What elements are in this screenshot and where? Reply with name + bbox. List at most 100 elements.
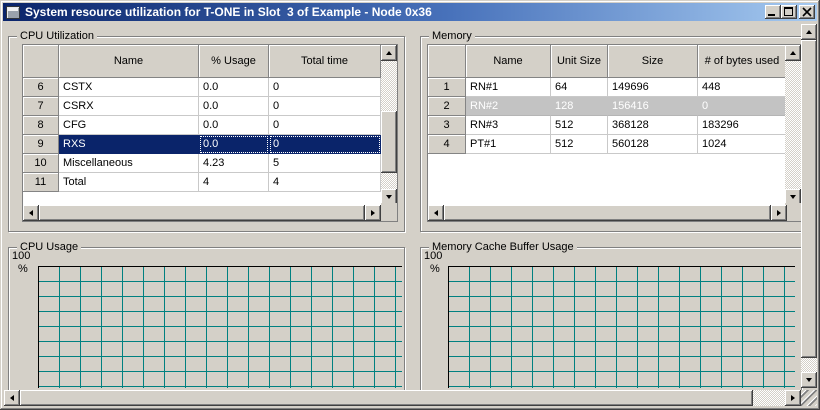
- scroll-right-icon: [791, 395, 795, 401]
- cell-name[interactable]: PT#1: [466, 135, 551, 154]
- table-row[interactable]: 8 CFG 0.0 0: [23, 116, 381, 135]
- scroll-left-button[interactable]: [4, 390, 20, 406]
- scroll-thumb[interactable]: [39, 205, 365, 221]
- cell-size[interactable]: 560128: [608, 135, 698, 154]
- cell-bytes-used[interactable]: 0: [698, 97, 785, 116]
- cell-bytes-used[interactable]: 1024: [698, 135, 785, 154]
- cell-unit-size[interactable]: 512: [551, 116, 608, 135]
- cell-size[interactable]: 149696: [608, 78, 698, 97]
- cpu-table-grid: Name % Usage Total time 6 CSTX 0.0 0 7 C…: [23, 45, 381, 205]
- table-row[interactable]: 11 Total 4 4: [23, 173, 381, 192]
- maximize-icon: [784, 7, 793, 16]
- cpu-header-name[interactable]: Name: [59, 45, 199, 78]
- scroll-up-button[interactable]: [381, 45, 397, 61]
- minimize-button[interactable]: [765, 5, 781, 19]
- memory-table-hscrollbar[interactable]: [428, 205, 787, 221]
- cell-name[interactable]: Miscellaneous: [59, 154, 199, 173]
- table-row[interactable]: 3 RN#3 512 368128 183296: [428, 116, 785, 135]
- window-title: System resource utilization for T-ONE in…: [25, 5, 765, 19]
- scroll-right-button[interactable]: [365, 205, 381, 221]
- cell-name[interactable]: RN#2: [466, 97, 551, 116]
- cpu-header-corner: [23, 45, 59, 78]
- maximize-button[interactable]: [781, 5, 797, 19]
- scroll-right-icon: [371, 210, 375, 216]
- cell-unit-size[interactable]: 128: [551, 97, 608, 116]
- row-number: 6: [23, 78, 59, 97]
- window-vscrollbar[interactable]: [801, 24, 817, 388]
- table-row[interactable]: 1 RN#1 64 149696 448: [428, 78, 785, 97]
- cell-size[interactable]: 156416: [608, 97, 698, 116]
- cell-bytes-used[interactable]: 448: [698, 78, 785, 97]
- memory-table-grid: Name Unit Size Size # of bytes used 1 RN…: [428, 45, 785, 205]
- resize-grip[interactable]: [801, 390, 817, 406]
- cell-name[interactable]: RN#3: [466, 116, 551, 135]
- memory-header-unit-size[interactable]: Unit Size: [551, 45, 608, 78]
- row-number: 2: [428, 97, 466, 116]
- table-row[interactable]: 7 CSRX 0.0 0: [23, 97, 381, 116]
- cell-name[interactable]: RXS: [59, 135, 199, 154]
- window-hscrollbar[interactable]: [4, 390, 801, 406]
- table-row[interactable]: 6 CSTX 0.0 0: [23, 78, 381, 97]
- scroll-thumb[interactable]: [20, 390, 753, 406]
- scroll-left-button[interactable]: [428, 205, 444, 221]
- cpu-utilization-group-label: CPU Utilization: [17, 30, 97, 42]
- cpu-usage-y-max: 100: [12, 250, 30, 262]
- cell-total[interactable]: 0: [269, 78, 381, 97]
- table-row[interactable]: 4 PT#1 512 560128 1024: [428, 135, 785, 154]
- row-number: 10: [23, 154, 59, 173]
- memory-cache-y-max: 100: [424, 250, 442, 262]
- minimize-icon: [768, 14, 775, 16]
- cell-size[interactable]: 368128: [608, 116, 698, 135]
- memory-header-size[interactable]: Size: [608, 45, 698, 78]
- memory-header-bytes-used[interactable]: # of bytes used: [698, 45, 785, 78]
- cell-total[interactable]: 5: [269, 154, 381, 173]
- table-row-selected[interactable]: 2 RN#2 128 156416 0: [428, 97, 785, 116]
- cell-name[interactable]: CSTX: [59, 78, 199, 97]
- cell-usage[interactable]: 4: [199, 173, 269, 192]
- cell-total[interactable]: 0: [269, 116, 381, 135]
- scroll-thumb[interactable]: [381, 111, 397, 173]
- scroll-down-button[interactable]: [801, 372, 817, 388]
- window-icon[interactable]: [6, 6, 20, 19]
- cell-usage[interactable]: 0.0: [199, 97, 269, 116]
- cell-total[interactable]: 0: [269, 97, 381, 116]
- cell-name[interactable]: CFG: [59, 116, 199, 135]
- cell-unit-size[interactable]: 512: [551, 135, 608, 154]
- cpu-header-total-time[interactable]: Total time: [269, 45, 381, 78]
- cpu-usage-y-unit: %: [18, 263, 28, 275]
- table-row[interactable]: 10 Miscellaneous 4.23 5: [23, 154, 381, 173]
- cpu-table-vscrollbar[interactable]: [381, 45, 397, 205]
- scroll-right-button[interactable]: [785, 390, 801, 406]
- memory-header-name[interactable]: Name: [466, 45, 551, 78]
- scroll-up-button[interactable]: [785, 45, 801, 61]
- scroll-left-button[interactable]: [23, 205, 39, 221]
- cell-total[interactable]: 0: [269, 135, 381, 154]
- memory-cache-y-unit: %: [430, 263, 440, 275]
- scroll-thumb[interactable]: [801, 40, 817, 358]
- cell-usage[interactable]: 0.0: [199, 116, 269, 135]
- scroll-down-icon: [806, 378, 812, 382]
- scroll-left-icon: [434, 210, 438, 216]
- memory-table-vscrollbar[interactable]: [785, 45, 801, 205]
- cpu-header-usage[interactable]: % Usage: [199, 45, 269, 78]
- cell-name[interactable]: CSRX: [59, 97, 199, 116]
- cell-name[interactable]: Total: [59, 173, 199, 192]
- scroll-thumb[interactable]: [444, 205, 771, 221]
- close-button[interactable]: [799, 5, 815, 19]
- scroll-up-icon: [386, 51, 392, 55]
- cell-total[interactable]: 4: [269, 173, 381, 192]
- scroll-up-button[interactable]: [801, 24, 817, 40]
- table-row-selected[interactable]: 9 RXS 0.0 0: [23, 135, 381, 154]
- cell-usage[interactable]: 0.0: [199, 78, 269, 97]
- cell-bytes-used[interactable]: 183296: [698, 116, 785, 135]
- memory-table: Name Unit Size Size # of bytes used 1 RN…: [427, 44, 802, 222]
- titlebar[interactable]: System resource utilization for T-ONE in…: [3, 3, 817, 21]
- scroll-right-button[interactable]: [771, 205, 787, 221]
- cell-unit-size[interactable]: 64: [551, 78, 608, 97]
- cell-usage[interactable]: 4.23: [199, 154, 269, 173]
- scroll-track[interactable]: [785, 61, 801, 189]
- scroll-left-icon: [29, 210, 33, 216]
- cpu-table-hscrollbar[interactable]: [23, 205, 381, 221]
- cell-name[interactable]: RN#1: [466, 78, 551, 97]
- cell-usage[interactable]: 0.0: [199, 135, 269, 154]
